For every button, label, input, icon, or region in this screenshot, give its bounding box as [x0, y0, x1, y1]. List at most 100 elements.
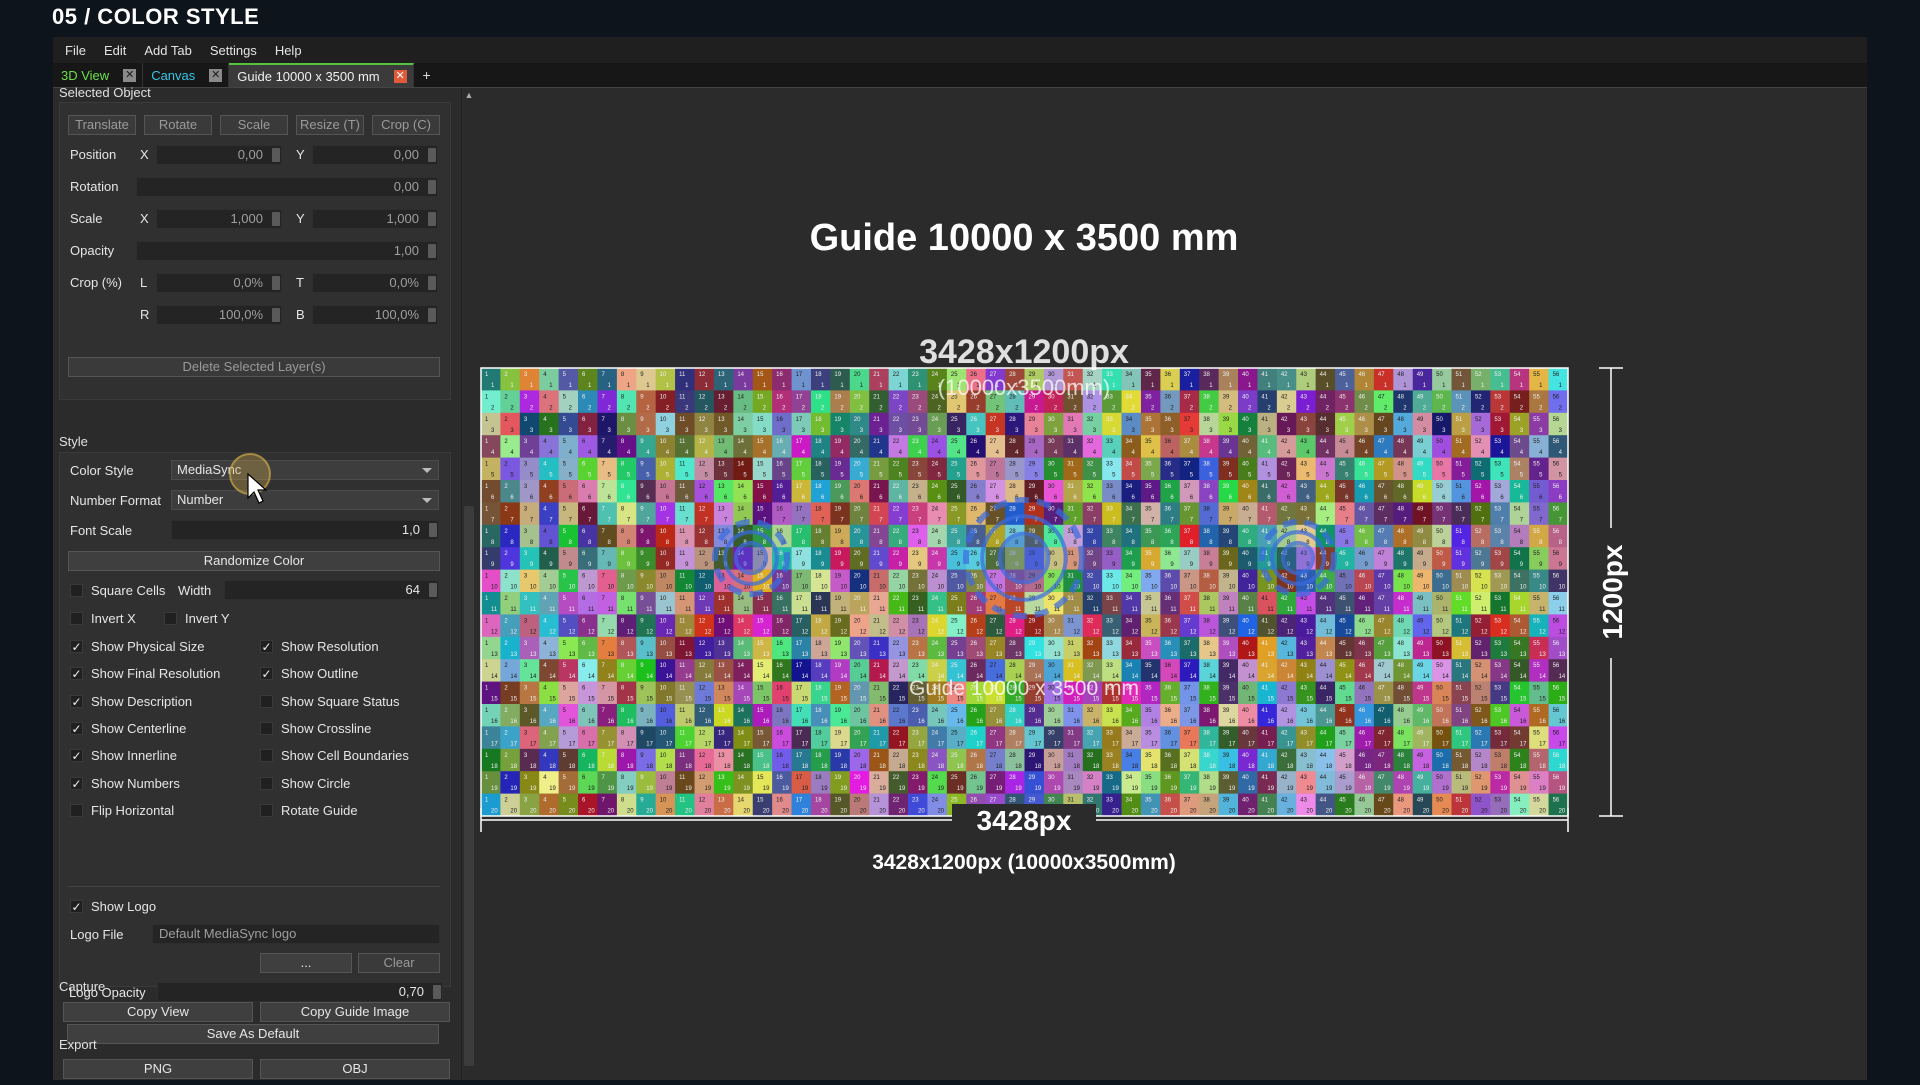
menu-help[interactable]: Help	[275, 43, 302, 58]
scale-y-input[interactable]: 1,000	[312, 209, 438, 229]
checkbox-box[interactable]	[70, 803, 83, 817]
spin-icon[interactable]	[429, 523, 437, 537]
spin-icon[interactable]	[272, 148, 280, 162]
spin-icon[interactable]	[428, 308, 436, 322]
menu-add-tab[interactable]: Add Tab	[144, 43, 191, 58]
checkbox-show-outline[interactable]: ✓ Show Outline	[260, 666, 358, 681]
scale-x-input[interactable]: 1,000	[156, 209, 282, 229]
checkbox-show-numbers[interactable]: ✓ Show Numbers	[70, 776, 180, 791]
checkbox-show-circle[interactable]: Show Circle	[260, 776, 350, 791]
menu-settings[interactable]: Settings	[210, 43, 257, 58]
tab-3d-view[interactable]: 3D View ✕	[53, 63, 144, 87]
resize-button[interactable]: Resize (T)	[296, 115, 364, 135]
spin-icon[interactable]	[428, 148, 436, 162]
spin-icon[interactable]	[433, 985, 441, 999]
rotate-button[interactable]: Rotate	[144, 115, 212, 135]
png-export-button[interactable]: PNG	[63, 1059, 253, 1079]
scroll-up-icon[interactable]: ▲	[462, 88, 476, 102]
add-tab-button[interactable]: +	[414, 63, 440, 87]
tab-canvas[interactable]: Canvas ✕	[143, 63, 230, 87]
guide-viewport[interactable]: Guide 10000 x 3500 mm 112131415161718191…	[476, 88, 1867, 1080]
delete-layers-button[interactable]: Delete Selected Layer(s)	[68, 357, 440, 377]
font-scale-input[interactable]: 1,0	[171, 520, 439, 540]
checkbox-show-description[interactable]: ✓ Show Description	[70, 694, 192, 709]
opacity-input[interactable]: 1,00	[136, 241, 438, 261]
menu-file[interactable]: File	[65, 43, 86, 58]
checkbox-show-cell-boundaries[interactable]: Show Cell Boundaries	[260, 748, 409, 763]
show-logo-checkbox[interactable]: ✓ Show Logo	[70, 899, 156, 914]
panel-scrollbar[interactable]: ▲	[461, 88, 475, 1080]
rotation-input[interactable]: 0,00	[136, 177, 438, 197]
obj-export-button[interactable]: OBJ	[260, 1059, 450, 1079]
color-style-select[interactable]: MediaSync	[171, 460, 439, 480]
position-y-input[interactable]: 0,00	[312, 145, 438, 165]
checkbox-box[interactable]	[164, 612, 177, 625]
spin-icon[interactable]	[272, 308, 280, 322]
checkbox-box[interactable]	[70, 584, 83, 597]
guide-canvas[interactable]: Guide 10000 x 3500 mm 112131415161718191…	[476, 88, 1867, 1080]
spin-icon[interactable]	[272, 212, 280, 226]
checkbox-box[interactable]: ✓	[70, 694, 83, 708]
checkbox-box[interactable]: ✓	[70, 749, 83, 763]
checkbox-box[interactable]	[260, 694, 273, 708]
logo-opacity-input[interactable]: 0,70	[157, 982, 443, 1002]
menu-edit[interactable]: Edit	[104, 43, 126, 58]
save-default-button[interactable]: Save As Default	[67, 1024, 439, 1044]
width-input[interactable]: 64	[224, 580, 439, 600]
checkbox-box[interactable]	[260, 776, 273, 790]
checkbox-show-resolution[interactable]: ✓ Show Resolution	[260, 639, 379, 654]
checkbox-box[interactable]: ✓	[260, 667, 273, 681]
checkbox-box[interactable]	[260, 803, 273, 817]
checkbox-rotate-guide[interactable]: Rotate Guide	[260, 803, 358, 818]
crop-left-input[interactable]: 0,0%	[156, 273, 282, 293]
checkbox-box[interactable]: ✓	[70, 776, 83, 790]
square-cells-checkbox[interactable]: Square Cells	[70, 583, 165, 598]
crop-right-input[interactable]: 100,0%	[156, 305, 282, 325]
crop-button[interactable]: Crop (C)	[372, 115, 440, 135]
spin-icon[interactable]	[428, 212, 436, 226]
invert-y-checkbox[interactable]: Invert Y	[164, 611, 230, 626]
grid-cell-column-number: 48	[1397, 686, 1404, 692]
tab-guide[interactable]: Guide 10000 x 3500 mm ✕	[229, 63, 414, 87]
close-icon[interactable]: ✕	[393, 69, 407, 83]
style-header: Style	[59, 434, 88, 449]
spin-icon[interactable]	[428, 276, 436, 290]
logo-file-input[interactable]: Default MediaSync logo	[152, 924, 440, 944]
scale-button[interactable]: Scale	[220, 115, 288, 135]
checkbox-show-crossline[interactable]: Show Crossline	[260, 721, 371, 736]
grid-cell-row-number: 12	[549, 629, 556, 635]
grid-cell-column-number: 46	[1358, 574, 1365, 580]
spin-icon[interactable]	[428, 180, 436, 194]
checkbox-box[interactable]: ✓	[70, 640, 83, 653]
crop-bottom-input[interactable]: 100,0%	[312, 305, 438, 325]
close-icon[interactable]: ✕	[209, 68, 223, 82]
checkbox-show-physical-size[interactable]: ✓ Show Physical Size	[70, 639, 204, 654]
checkbox-box[interactable]: ✓	[70, 900, 83, 913]
spin-icon[interactable]	[429, 583, 437, 597]
copy-view-button[interactable]: Copy View	[63, 1002, 253, 1022]
checkbox-show-final-resolution[interactable]: ✓ Show Final Resolution	[70, 666, 220, 681]
checkbox-show-innerline[interactable]: ✓ Show Innerline	[70, 748, 177, 763]
checkbox-show-centerline[interactable]: ✓ Show Centerline	[70, 721, 186, 736]
checkbox-flip-horizontal[interactable]: Flip Horizontal	[70, 803, 174, 818]
spin-icon[interactable]	[272, 276, 280, 290]
crop-top-input[interactable]: 0,0%	[312, 273, 438, 293]
checkbox-box[interactable]	[70, 612, 83, 625]
number-format-select[interactable]: Number	[171, 490, 439, 510]
checkbox-box[interactable]	[260, 749, 273, 763]
checkbox-box[interactable]: ✓	[260, 640, 273, 653]
browse-button[interactable]: ...	[260, 953, 352, 973]
position-x-input[interactable]: 0,00	[156, 145, 282, 165]
close-icon[interactable]: ✕	[123, 68, 137, 82]
checkbox-show-square-status[interactable]: Show Square Status	[260, 694, 400, 709]
checkbox-box[interactable]: ✓	[70, 667, 83, 681]
scroll-thumb[interactable]	[464, 506, 474, 1066]
clear-button[interactable]: Clear	[358, 953, 440, 973]
checkbox-box[interactable]	[260, 721, 273, 735]
copy-guide-image-button[interactable]: Copy Guide Image	[260, 1002, 450, 1022]
checkbox-box[interactable]: ✓	[70, 721, 83, 735]
invert-x-checkbox[interactable]: Invert X	[70, 611, 136, 626]
translate-button[interactable]: Translate	[68, 115, 136, 135]
randomize-color-button[interactable]: Randomize Color	[68, 551, 440, 571]
spin-icon[interactable]	[428, 244, 436, 258]
